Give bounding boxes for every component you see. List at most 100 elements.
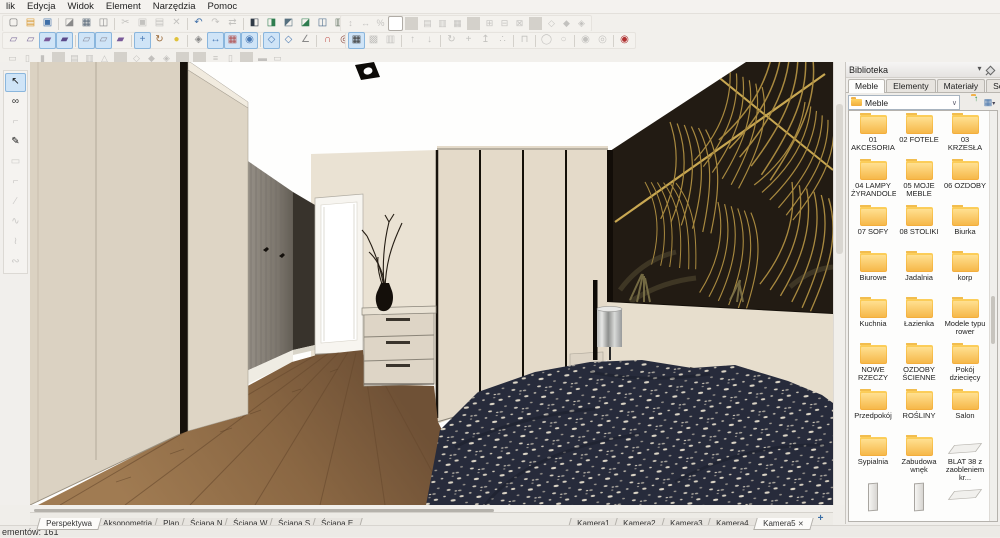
- library-item-label: Pokój dziecięcy: [949, 365, 981, 382]
- walk-tool-icon[interactable]: ∞: [5, 93, 26, 112]
- save-icon[interactable]: ▣: [39, 15, 56, 32]
- library-item[interactable]: Przedpokój: [850, 389, 896, 435]
- menu-item[interactable]: Pomoc: [202, 1, 244, 13]
- library-path-combobox[interactable]: Meble ∨: [848, 95, 960, 110]
- library-item-label: Zabudowa wnęk: [901, 457, 937, 474]
- snap-point-icon[interactable]: ◇: [263, 32, 280, 49]
- add-camera-button[interactable]: +: [814, 513, 827, 525]
- texture-icon[interactable]: ◈: [190, 32, 207, 49]
- library-item[interactable]: ROŚLINY: [896, 389, 942, 435]
- view-rendered-icon[interactable]: ▰: [56, 32, 73, 49]
- print-preview-icon[interactable]: ◫: [95, 15, 112, 32]
- view-white-model-icon[interactable]: ▱: [78, 32, 95, 49]
- library-item[interactable]: korp: [942, 251, 988, 297]
- view-tab[interactable]: Perspektywa: [36, 518, 102, 530]
- library-item[interactable]: OZDOBY ŚCIENNE: [896, 343, 942, 389]
- viewport-3d[interactable]: [30, 62, 833, 505]
- library-item[interactable]: [896, 481, 942, 521]
- target-icon[interactable]: ◉: [616, 32, 633, 49]
- new-file-icon[interactable]: ▢: [5, 15, 22, 32]
- view-mode-button[interactable]: ▦▾: [981, 95, 998, 111]
- magnet-icon[interactable]: ∩: [319, 32, 336, 49]
- library-item[interactable]: Biurowe: [850, 251, 896, 297]
- layer-combo[interactable]: [388, 16, 403, 31]
- library-scrollbar[interactable]: [989, 111, 997, 521]
- view-hiddenline-icon[interactable]: ▱: [22, 32, 39, 49]
- viewport-canvas[interactable]: [30, 62, 833, 505]
- library-item[interactable]: Salon: [942, 389, 988, 435]
- library-item-label: Biurowe: [859, 273, 887, 282]
- library-tab[interactable]: Elementy: [886, 79, 936, 92]
- library-item[interactable]: Sypialnia: [850, 435, 896, 481]
- folder-up-button[interactable]: ↑: [962, 94, 979, 111]
- print-icon[interactable]: ▦: [78, 15, 95, 32]
- menu-item[interactable]: Edycja: [21, 1, 62, 13]
- library-item[interactable]: 08 STOLIKI: [896, 205, 942, 251]
- menu-item[interactable]: Element: [100, 1, 147, 13]
- open-file-icon[interactable]: ▤: [22, 15, 39, 32]
- library-item[interactable]: Jadalnia: [896, 251, 942, 297]
- view-solid-icon[interactable]: ▰: [112, 32, 129, 49]
- orbit-mode-icon[interactable]: ↻: [151, 32, 168, 49]
- undo-icon[interactable]: ↶: [190, 15, 207, 32]
- view-shaded-icon[interactable]: ▰: [39, 32, 56, 49]
- zoom-window-icon[interactable]: ◩: [280, 15, 297, 32]
- close-tab-icon[interactable]: ✕: [798, 519, 804, 530]
- library-tab[interactable]: Meble: [848, 79, 886, 93]
- library-tab[interactable]: Materiały: [936, 79, 986, 92]
- dimension-icon[interactable]: ↔: [207, 32, 224, 49]
- chevron-down-icon[interactable]: ▾: [974, 64, 985, 75]
- move-mode-icon[interactable]: +: [134, 32, 151, 49]
- folder-icon: [951, 159, 979, 180]
- library-item[interactable]: Łazienka: [896, 297, 942, 343]
- view-outline-icon[interactable]: ▱: [95, 32, 112, 49]
- view-wireframe-icon[interactable]: ▱: [5, 32, 22, 49]
- chevron-down-icon[interactable]: ∨: [952, 99, 957, 107]
- import-icon[interactable]: ◪: [61, 15, 78, 32]
- views-panel-icon[interactable]: ◫: [314, 15, 331, 32]
- arc-tool-icon: ∿: [11, 215, 20, 227]
- menu-item[interactable]: Narzędzia: [147, 1, 202, 13]
- library-item[interactable]: 04 LAMPY ŻYRANDOLE: [850, 159, 896, 205]
- library-item[interactable]: Modele typu rower: [942, 297, 988, 343]
- library-item[interactable]: BLAT 38 z zaobleniem kr...: [942, 435, 988, 481]
- library-item[interactable]: Kuchnia: [850, 297, 896, 343]
- library-item[interactable]: Pokój dziecięcy: [942, 343, 988, 389]
- library-item[interactable]: 06 OZDOBY: [942, 159, 988, 205]
- snap-edge-icon[interactable]: ◇: [280, 32, 297, 49]
- folder-icon: [905, 297, 933, 318]
- library-item[interactable]: NOWE RZECZY: [850, 343, 896, 389]
- elements-panel-icon[interactable]: ◨: [263, 15, 280, 32]
- camera-tab[interactable]: Kamera5 ✕: [752, 518, 814, 530]
- library-tab[interactable]: Schowek: [986, 79, 1000, 92]
- grid-table-icon[interactable]: ▦: [224, 32, 241, 49]
- library-item[interactable]: Biurka: [942, 205, 988, 251]
- menu-item[interactable]: Widok: [62, 1, 100, 13]
- scrollbar-thumb[interactable]: [991, 295, 995, 344]
- library-item-label: NOWE RZECZY: [858, 365, 888, 382]
- library-item[interactable]: 01 AKCESORIA: [850, 113, 896, 159]
- pin-icon[interactable]: [985, 65, 996, 76]
- library-item[interactable]: [942, 481, 988, 521]
- layers-panel-icon[interactable]: ◪: [297, 15, 314, 32]
- library-item[interactable]: 05 MOJE MEBLE: [896, 159, 942, 205]
- library-folder-grid: 01 AKCESORIA 02 FOTELE 03 KRZESŁA 04 LAM…: [850, 113, 989, 521]
- scrollbar-thumb[interactable]: [836, 104, 843, 254]
- library-item-label: Jadalnia: [905, 273, 933, 282]
- pipette-tool-icon[interactable]: ✎: [5, 133, 26, 152]
- library-item[interactable]: 03 KRZESŁA: [942, 113, 988, 159]
- align-center-icon: ⊟: [500, 18, 509, 28]
- folder-icon: [905, 251, 933, 272]
- viewport-horizontal-scrollbar[interactable]: [30, 505, 833, 512]
- library-item[interactable]: Zabudowa wnęk: [896, 435, 942, 481]
- menu-item[interactable]: lik: [0, 1, 21, 13]
- library-item[interactable]: 02 FOTELE: [896, 113, 942, 159]
- library-item[interactable]: [850, 481, 896, 521]
- snap-grid-icon[interactable]: ▦: [348, 32, 365, 49]
- select-tool-icon[interactable]: ↖: [5, 72, 26, 92]
- project-panel-icon[interactable]: ◧: [246, 15, 263, 32]
- snap-angle-icon[interactable]: ∠: [297, 32, 314, 49]
- light-icon[interactable]: ●: [168, 32, 185, 49]
- library-item[interactable]: 07 SOFY: [850, 205, 896, 251]
- visibility-icon[interactable]: ◉: [241, 32, 258, 49]
